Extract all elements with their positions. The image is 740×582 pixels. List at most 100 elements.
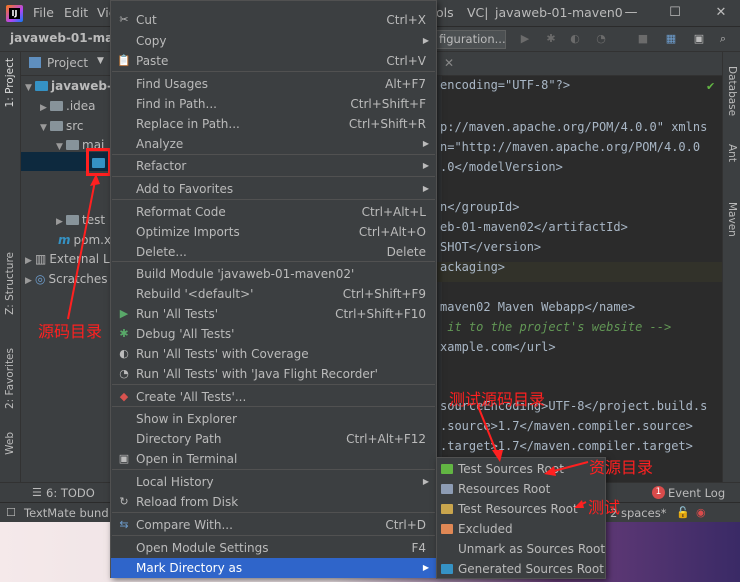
expand-arrow-icon[interactable]: ▼ xyxy=(56,138,66,157)
submenu-arrow-icon: ▶ xyxy=(422,184,429,193)
menu-item-debug-all-tests[interactable]: ✱ Debug 'All Tests' xyxy=(111,324,436,344)
menu-item-run-all-tests[interactable]: ▶ Run 'All Tests' Ctrl+Shift+F10 xyxy=(111,304,436,324)
tool-window-structure[interactable]: Z: Structure xyxy=(4,252,16,315)
menu-tools[interactable]: ols xyxy=(436,5,454,20)
menu-item-open-in-terminal[interactable]: ▣ Open in Terminal xyxy=(111,449,436,469)
code-line[interactable]: xample.com</url> xyxy=(440,340,556,354)
tool-window-event-log[interactable]: Event Log xyxy=(668,486,725,500)
menu-item-reload-from-disk[interactable]: ↻ Reload from Disk xyxy=(111,492,436,512)
menu-item-label: Create 'All Tests'... xyxy=(136,390,247,404)
collapse-arrow-icon[interactable]: ▶ xyxy=(40,99,50,118)
tree-item-src[interactable]: ▼ src xyxy=(40,117,84,136)
tool-window-maven[interactable]: Maven xyxy=(726,202,738,237)
menu-item-label: Replace in Path... xyxy=(136,117,240,131)
code-line[interactable]: SHOT</version> xyxy=(440,240,541,254)
profile-icon[interactable]: ◔ xyxy=(594,32,608,46)
inspector-icon[interactable]: ◉ xyxy=(696,506,706,519)
tool-window-database[interactable]: Database xyxy=(726,66,738,116)
menu-item-optimize-imports[interactable]: Optimize Imports Ctrl+Alt+O xyxy=(111,222,436,242)
annotation-source-dir: 源码目录 xyxy=(38,322,103,341)
run-icon: ▶ xyxy=(119,307,129,320)
tool-window-todo[interactable]: 6: TODO xyxy=(46,486,95,500)
collapse-arrow-icon[interactable]: ▶ xyxy=(25,272,35,291)
code-line[interactable]: p://maven.apache.org/POM/4.0.0" xmlns xyxy=(440,120,707,134)
terminal-layout-icon[interactable]: ▣ xyxy=(692,32,706,46)
menu-item-shortcut: Delete xyxy=(386,245,426,259)
code-line[interactable]: n="http://maven.apache.org/POM/4.0.0 xyxy=(440,140,700,154)
run-icon[interactable]: ▶ xyxy=(518,32,532,46)
code-line[interactable]: it to the project's website --> xyxy=(440,320,671,334)
maximize-button[interactable]: ☐ xyxy=(664,3,686,23)
tool-window-web[interactable]: Web xyxy=(4,432,16,455)
menu-item-shortcut: Ctrl+V xyxy=(386,54,426,68)
menu-item-show-in-explorer[interactable]: Show in Explorer xyxy=(111,409,436,429)
inspection-ok-icon[interactable]: ✔ xyxy=(706,80,715,93)
project-view-selector[interactable]: Project xyxy=(47,56,88,70)
stop-icon[interactable]: ■ xyxy=(636,32,650,46)
tree-item-idea[interactable]: ▶ .idea xyxy=(40,97,96,116)
collapse-arrow-icon[interactable]: ▶ xyxy=(25,252,35,271)
submenu-item-label: Excluded xyxy=(458,522,513,536)
menu-item-reformat-code[interactable]: Reformat Code Ctrl+Alt+L xyxy=(111,202,436,222)
close-button[interactable]: ✕ xyxy=(710,3,732,23)
menu-item-cut[interactable]: ✂ Cut Ctrl+X xyxy=(111,10,436,30)
search-everywhere-icon[interactable]: ⌕ xyxy=(716,32,730,46)
menu-edit[interactable]: Edit xyxy=(64,5,88,20)
menu-item-build-module-javaweb-01-maven02[interactable]: Build Module 'javaweb-01-maven02' xyxy=(111,264,436,284)
todo-icon: ☰ xyxy=(32,486,42,499)
tool-window-favorites[interactable]: 2: Favorites xyxy=(4,348,16,409)
close-tab-icon[interactable]: ✕ xyxy=(444,56,454,70)
menu-item-compare-with[interactable]: ⇆ Compare With... Ctrl+D xyxy=(111,515,436,535)
code-line[interactable]: encoding="UTF-8"?> xyxy=(440,78,570,92)
coverage-icon[interactable]: ◐ xyxy=(568,32,582,46)
menu-item-copy[interactable]: Copy ▶ xyxy=(111,31,436,51)
project-view-icon xyxy=(29,57,41,68)
code-line[interactable]: .0</modelVersion> xyxy=(440,160,563,174)
expand-arrow-icon[interactable]: ▼ xyxy=(40,119,50,138)
lock-icon[interactable]: 🔓 xyxy=(676,506,690,519)
menu-item-find-usages[interactable]: Find Usages Alt+F7 xyxy=(111,74,436,94)
expand-arrow-icon[interactable]: ▼ xyxy=(25,79,35,98)
chevron-down-icon[interactable]: ▼ xyxy=(97,56,104,66)
folder-icon xyxy=(35,81,48,91)
menu-item-mark-directory-as[interactable]: Mark Directory as ▶ xyxy=(111,558,436,578)
menu-item-run-all-tests-with-java-flight-recorder[interactable]: ◔ Run 'All Tests' with 'Java Flight Recor… xyxy=(111,364,436,384)
project-structure-icon[interactable]: ▦ xyxy=(664,32,678,46)
menu-item-run-all-tests-with-coverage[interactable]: ◐ Run 'All Tests' with Coverage xyxy=(111,344,436,364)
menu-item-analyze[interactable]: Analyze ▶ xyxy=(111,134,436,154)
menu-item-label: Run 'All Tests' with Coverage xyxy=(136,347,309,361)
menu-vcs[interactable]: VC| xyxy=(467,5,489,20)
code-line[interactable]: maven02 Maven Webapp</name> xyxy=(440,300,635,314)
menu-item-refactor[interactable]: Refactor ▶ xyxy=(111,156,436,176)
tool-window-project[interactable]: 1: Project xyxy=(4,58,16,107)
status-message[interactable]: TextMate bund xyxy=(24,506,109,520)
code-line[interactable]: n</groupId> xyxy=(440,200,519,214)
folder-icon xyxy=(441,524,453,534)
code-line[interactable]: eb-01-maven02</artifactId> xyxy=(440,220,628,234)
menu-item-label: Copy xyxy=(136,34,167,48)
menu-item-find-in-path[interactable]: Find in Path... Ctrl+Shift+F xyxy=(111,94,436,114)
menu-item-paste[interactable]: 📋 Paste Ctrl+V xyxy=(111,51,436,71)
menu-item-local-history[interactable]: Local History ▶ xyxy=(111,472,436,492)
paste-icon: 📋 xyxy=(117,54,131,67)
menu-item-label: Directory Path xyxy=(136,432,222,446)
menu-item-delete[interactable]: Delete... Delete xyxy=(111,242,436,262)
submenu-item-generated-sources-root[interactable]: Generated Sources Root xyxy=(437,559,605,579)
tool-window-ant[interactable]: Ant xyxy=(726,144,738,162)
menu-item-rebuild-default[interactable]: Rebuild '<default>' Ctrl+Shift+F9 xyxy=(111,284,436,304)
submenu-item-unmark-as-sources-root[interactable]: Unmark as Sources Root xyxy=(437,539,605,559)
submenu-item-excluded[interactable]: Excluded xyxy=(437,519,605,539)
menu-item-create-all-tests[interactable]: ◆ Create 'All Tests'... xyxy=(111,387,436,407)
run-configuration-selector[interactable]: figuration... xyxy=(432,30,506,49)
menu-item-replace-in-path[interactable]: Replace in Path... Ctrl+Shift+R xyxy=(111,114,436,134)
debug-icon[interactable]: ✱ xyxy=(544,32,558,46)
menu-item-open-module-settings[interactable]: Open Module Settings F4 xyxy=(111,538,436,558)
menu-item-directory-path[interactable]: Directory Path Ctrl+Alt+F12 xyxy=(111,429,436,449)
create-test-icon: ◆ xyxy=(119,390,129,403)
menu-file[interactable]: File xyxy=(33,5,54,20)
minimize-button[interactable]: — xyxy=(620,3,642,23)
menu-item-add-to-favorites[interactable]: Add to Favorites ▶ xyxy=(111,179,436,199)
reload-icon: ↻ xyxy=(119,495,129,508)
code-line[interactable]: ackaging> xyxy=(440,260,505,274)
tree-item-project-root[interactable]: ▼ javaweb- xyxy=(25,77,112,96)
